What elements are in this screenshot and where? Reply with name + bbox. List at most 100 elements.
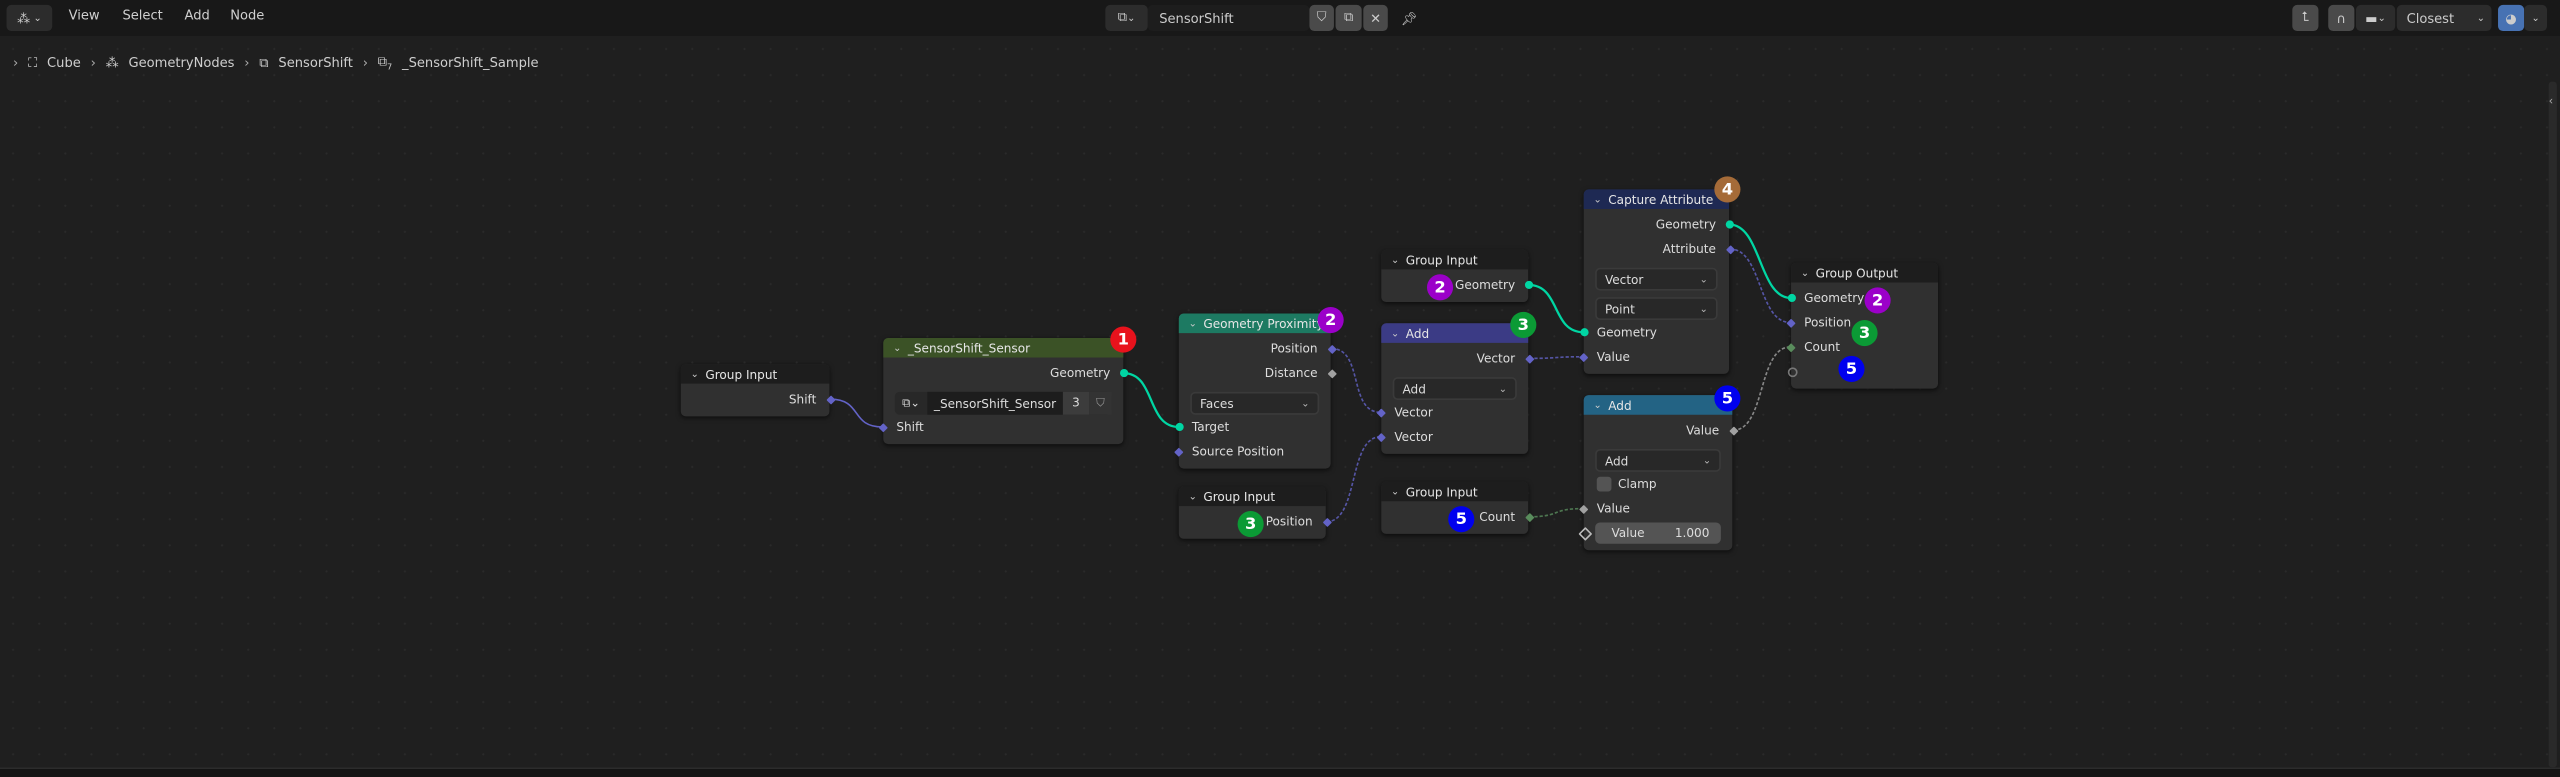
pin-button[interactable]: 📌︎ [1396, 5, 1422, 31]
chevron-down-icon: ⌄ [2531, 12, 2540, 24]
socket-label: Geometry [1596, 324, 1657, 340]
chevron-down-icon[interactable]: ⌄ [893, 342, 901, 353]
faces-dropdown[interactable]: Faces ⌄ [1190, 391, 1320, 415]
snap-element-dropdown[interactable]: ▬ ⌄ [2355, 4, 2396, 32]
value-field[interactable]: Value 1.000 [1595, 522, 1721, 544]
node-addv[interactable]: ⌄ Add Vector Add ⌄ Vector Vector [1375, 323, 1534, 454]
socket-label: Count [1804, 339, 1840, 355]
chevron-down-icon[interactable]: ⌄ [1801, 267, 1809, 278]
chevron-down-icon[interactable]: ⌄ [1594, 193, 1602, 204]
overlays-toggle[interactable]: ◕ [2498, 4, 2525, 32]
user-count[interactable]: 3 [1062, 391, 1090, 415]
chevron-down-icon: ⌄ [1699, 273, 1708, 285]
shield-icon: ⛉ [1316, 9, 1327, 25]
menu-select[interactable]: Select [122, 8, 162, 23]
socket-distance: Distance [1179, 361, 1337, 385]
chevron-down-icon[interactable]: ⌄ [1189, 318, 1197, 329]
node-title: Group Input [1203, 488, 1276, 504]
chevron-down-icon[interactable]: ⌄ [1391, 327, 1399, 338]
menu-node[interactable]: Node [230, 8, 264, 23]
socket-label: Geometry [1655, 217, 1716, 232]
editor-type-button[interactable]: ⁂ ⌄ [6, 4, 53, 32]
snap-mode-value: Closest [2406, 10, 2455, 26]
geometry-socket[interactable] [1524, 280, 1533, 289]
node-gi1[interactable]: ⌄ Group Input Shift [680, 364, 835, 417]
node-title: Add [1405, 325, 1430, 341]
node-header[interactable]: ⌄ _SensorShift_Sensor [883, 337, 1124, 358]
socket-label: Vector [1394, 429, 1433, 445]
chevron-left-icon: ‹ [2548, 94, 2554, 108]
chevron-down-icon[interactable]: ⌄ [691, 368, 699, 379]
chevron-right-icon: › [244, 55, 250, 71]
breadcrumb-item: SensorShift [278, 55, 353, 71]
parent-node-tree-button[interactable]: ⮤ [2292, 4, 2319, 32]
chevron-down-icon[interactable]: ⌄ [1594, 399, 1602, 410]
node-group-name-field[interactable]: _SensorShift_Sensor [927, 391, 1063, 415]
node-group-icon: ⧉ [259, 55, 269, 70]
node-header[interactable]: ⌄ Group Input [1381, 481, 1529, 502]
unlink-button[interactable]: ✕ [1363, 4, 1388, 32]
overlays-dropdown[interactable]: ⌄ [2524, 4, 2548, 32]
chevron-down-icon[interactable]: ⌄ [1391, 254, 1399, 265]
socket-label: Position [1270, 341, 1318, 356]
fake-user-button[interactable]: ⛉ [1309, 4, 1334, 32]
node-addm[interactable]: ⌄ Add Value Add ⌄ Clamp Value Value 1.000 [1577, 395, 1738, 551]
node-gp[interactable]: ⌄ Geometry Proximity Position Distance Faces… [1173, 313, 1337, 469]
breadcrumb-item: _SensorShift_Sample [402, 55, 539, 71]
checkbox-label: Clamp [1618, 476, 1657, 492]
object-icon: ⛶ [28, 55, 38, 70]
node-header[interactable]: ⌄ Add [1583, 395, 1733, 415]
empty-socket[interactable] [1786, 367, 1797, 378]
chevron-down-icon: ⌄ [2377, 12, 2386, 24]
socket-shift: Shift [681, 387, 835, 411]
node-header[interactable]: ⌄ Group Input [680, 364, 830, 384]
shield-icon[interactable]: ⛉ [1089, 391, 1112, 415]
sidebar-toggle-strip[interactable]: ‹ [2548, 81, 2557, 768]
breadcrumb: › ⛶ Cube › ⁂ GeometryNodes › ⧉ SensorShift … [13, 54, 538, 73]
dropdown-value: Add [1604, 453, 1629, 468]
chevron-down-icon[interactable]: ⌄ [1391, 486, 1399, 497]
geometry-socket[interactable] [1119, 368, 1128, 378]
node-header[interactable]: ⌄ Group Input [1178, 486, 1326, 507]
geometry-nodes-icon: ⁂ [105, 55, 119, 71]
point-dropdown[interactable]: Point ⌄ [1595, 297, 1718, 321]
node-header[interactable]: ⌄ Capture Attribute [1583, 189, 1730, 209]
node-body: Shift [681, 384, 835, 412]
chevron-down-icon: ⌄ [1699, 302, 1708, 315]
snap-target-dropdown[interactable]: Closest ⌄ [2396, 4, 2492, 32]
geometry-socket[interactable] [1174, 422, 1183, 432]
menu-add[interactable]: Add [184, 8, 209, 23]
socket-vector: Vector [1381, 346, 1534, 370]
node-header[interactable]: ⌄ Group Input [1381, 249, 1529, 270]
geometry-socket[interactable] [1579, 328, 1588, 337]
checkbox-box[interactable] [1596, 476, 1612, 492]
node-header[interactable]: ⌄ Geometry Proximity [1178, 313, 1331, 334]
node-header[interactable]: ⌄ Add [1381, 323, 1529, 343]
node-group-browse-button[interactable]: ⧉ ⌄ [1105, 4, 1148, 32]
add-dropdown[interactable]: Add ⌄ [1392, 377, 1517, 401]
dropdown-value: Vector [1604, 271, 1644, 287]
node-header[interactable]: ⌄ Group Output [1791, 262, 1939, 283]
geometry-socket[interactable] [1786, 293, 1796, 303]
add-dropdown[interactable]: Add ⌄ [1595, 448, 1721, 472]
chevron-down-icon[interactable]: ⌄ [1189, 491, 1197, 502]
menu-view[interactable]: View [69, 8, 100, 23]
node-sensor[interactable]: ⌄ _SensorShift_Sensor Geometry ⧉⌄ _SensorShi… [877, 337, 1128, 445]
geometry-socket[interactable] [1724, 220, 1734, 229]
node-ca[interactable]: ⌄ Capture Attribute Geometry Attribute Vecto… [1578, 189, 1735, 374]
socket-label: Geometry [1454, 277, 1516, 293]
vector-dropdown[interactable]: Vector ⌄ [1595, 267, 1718, 291]
number-badge: 2 [1317, 306, 1344, 334]
socket-value: Value [1584, 418, 1738, 442]
node-gigeo[interactable]: ⌄ Group Input Geometry [1381, 249, 1533, 303]
overlay-icon: ◕ [2505, 10, 2517, 26]
node-group-name-field[interactable]: SensorShift [1147, 4, 1310, 32]
pin-icon: 📌︎ [1400, 10, 1418, 26]
clamp-checkbox[interactable]: Clamp [1584, 472, 1733, 496]
node-group-icon[interactable]: ⧉⌄ [895, 396, 928, 411]
socket-label: Position [1804, 315, 1852, 330]
socket-position: Position [1179, 336, 1337, 360]
duplicate-button[interactable]: ⧉ [1335, 4, 1362, 32]
node-group-selector[interactable]: ⧉⌄ _SensorShift_Sensor 3 ⛉ [894, 391, 1112, 415]
snap-toggle[interactable]: ∩ [2328, 4, 2355, 32]
